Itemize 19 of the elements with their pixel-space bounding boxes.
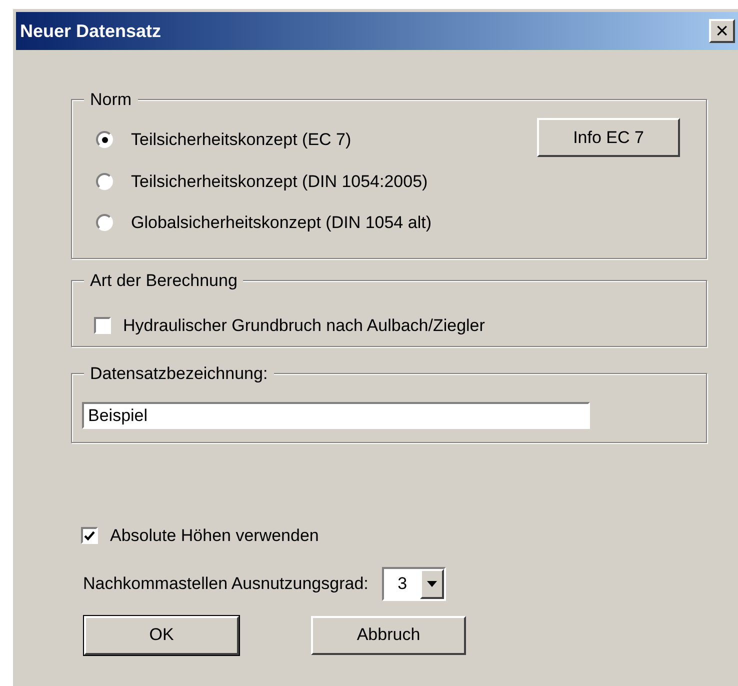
radio-label: Teilsicherheitskonzept (EC 7) — [131, 129, 352, 151]
radio-button[interactable] — [96, 172, 113, 190]
field-label: Nachkommastellen Ausnutzungsgrad: — [83, 572, 368, 595]
radio-button[interactable] — [96, 131, 113, 148]
info-button[interactable]: Info EC 7 — [537, 118, 680, 157]
radio-button[interactable] — [96, 214, 113, 232]
radio-label: Globalsicherheitskonzept (DIN 1054 alt) — [131, 212, 432, 234]
close-button[interactable]: × — [709, 19, 735, 43]
radio-label: Teilsicherheitskonzept (DIN 1054:2005) — [131, 170, 428, 192]
ok-button[interactable]: OK — [84, 616, 239, 654]
checkbox[interactable] — [94, 317, 111, 334]
checkbox[interactable] — [81, 527, 98, 544]
decimals-dropdown[interactable]: 3 — [382, 566, 446, 600]
checkbox-label: Hydraulischer Grundbruch nach Aulbach/Ziegler — [123, 315, 485, 337]
name-field[interactable]: Beispiel — [82, 402, 590, 429]
window-title: Neuer Datensatz — [20, 20, 162, 42]
checkbox-label: Absolute Höhen verwenden — [110, 525, 319, 547]
checkmark-icon — [84, 530, 95, 541]
cancel-button[interactable]: Abbruch — [311, 616, 466, 654]
